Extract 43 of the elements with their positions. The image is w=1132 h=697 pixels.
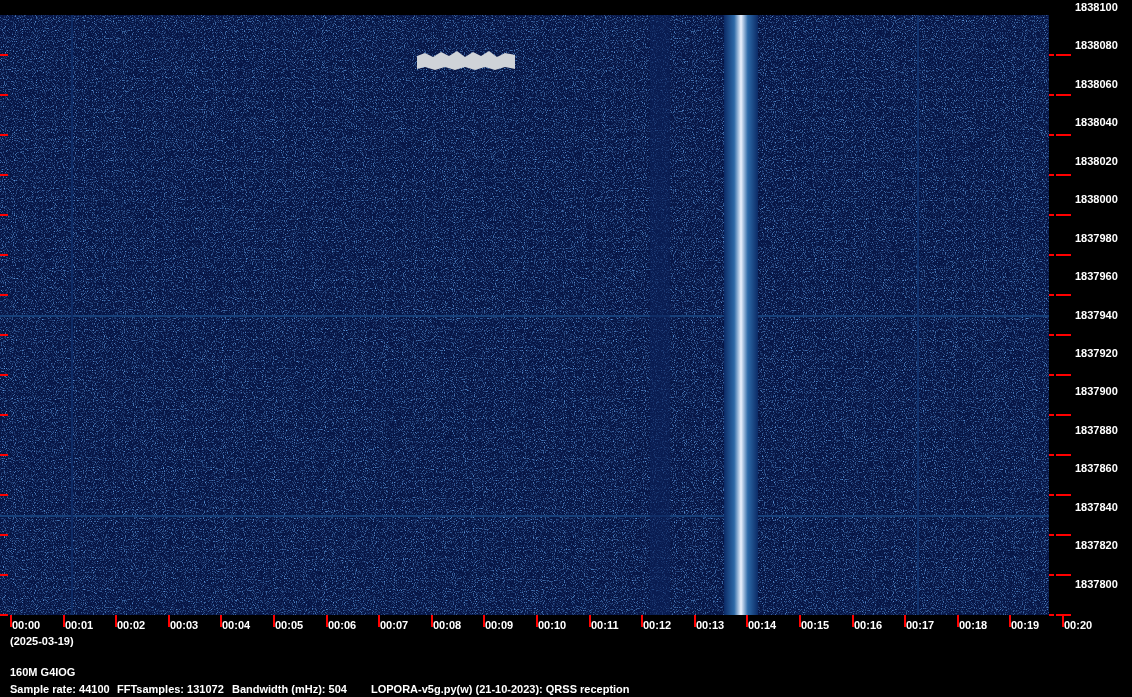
frequency-label: 1838020 <box>1075 153 1118 169</box>
station-label: 160M G4IOG <box>9 665 76 679</box>
time-label: 00:04 <box>222 618 251 632</box>
frequency-label: 1837820 <box>1075 538 1118 554</box>
frequency-label: 1838000 <box>1075 192 1118 208</box>
time-label: 00:01 <box>65 618 94 632</box>
time-label: 00:16 <box>854 618 883 632</box>
info-text: Sample rate: 44100 <box>10 682 110 696</box>
info-text: FFTsamples: 131072 <box>117 682 224 696</box>
frequency-label: 1837800 <box>1075 576 1118 592</box>
frequency-label: 1837860 <box>1075 461 1118 477</box>
time-label: 00:08 <box>433 618 462 632</box>
time-label: 00:06 <box>328 618 357 632</box>
time-label: 00:14 <box>748 618 777 632</box>
frequency-label: 1838080 <box>1075 38 1118 54</box>
frequency-label: 1838040 <box>1075 115 1118 131</box>
time-label: 00:05 <box>275 618 304 632</box>
time-label: 00:17 <box>906 618 935 632</box>
time-label: 00:11 <box>591 618 619 632</box>
frequency-label: 1837840 <box>1075 499 1118 515</box>
date-label: (2025-03-19) <box>9 634 74 648</box>
time-label: 00:02 <box>117 618 146 632</box>
time-label: 00:07 <box>380 618 409 632</box>
frequency-label: 1837940 <box>1075 307 1118 323</box>
info-text: Bandwidth (mHz): 504 <box>232 682 347 696</box>
info-text: LOPORA-v5g.py(w) (21-10-2023): QRSS reception <box>371 682 630 696</box>
frequency-label: 1837980 <box>1075 230 1118 246</box>
time-label: 00:15 <box>801 618 830 632</box>
time-label: 00:20 <box>1064 618 1093 632</box>
time-label: 00:18 <box>959 618 988 632</box>
time-label: 00:03 <box>170 618 199 632</box>
frequency-label: 1837900 <box>1075 384 1118 400</box>
time-label: 00:10 <box>538 618 567 632</box>
time-label: 00:12 <box>643 618 672 632</box>
time-label: 00:00 <box>12 618 41 632</box>
frequency-label: 1838060 <box>1075 76 1118 92</box>
time-label: 00:13 <box>696 618 725 632</box>
frequency-label: 1838100 <box>1075 0 1118 15</box>
time-label: 00:09 <box>485 618 514 632</box>
frequency-label: 1837920 <box>1075 345 1118 361</box>
frequency-label: 1837960 <box>1075 269 1118 285</box>
time-label: 00:19 <box>1011 618 1040 632</box>
frequency-label: 1837880 <box>1075 422 1118 438</box>
